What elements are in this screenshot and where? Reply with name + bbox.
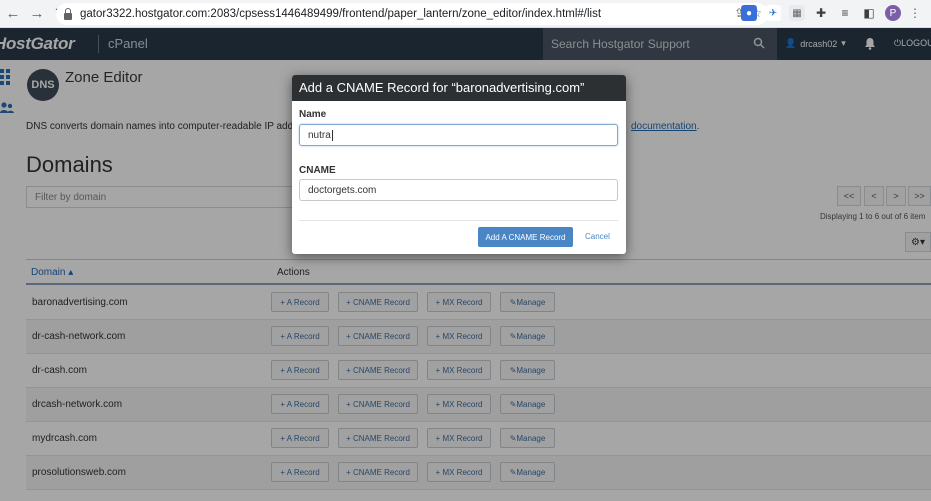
side-panel-icon[interactable]: ◧ (861, 5, 877, 21)
add-cname-modal: Add a CNAME Record for “baronadvertising… (292, 75, 626, 254)
name-input[interactable]: nutra (299, 124, 618, 146)
browser-menu-icon[interactable]: ⋮ (909, 6, 921, 20)
extensions-puzzle-icon[interactable]: ✚ (813, 5, 829, 21)
modal-divider (299, 220, 618, 221)
browser-toolbar: ← → ↻ gator3322.hostgator.com:2083/cpses… (0, 0, 931, 28)
name-label: Name (299, 109, 327, 120)
url-text: gator3322.hostgator.com:2083/cpsess14464… (80, 8, 602, 20)
modal-title: Add a CNAME Record for “baronadvertising… (299, 80, 585, 95)
cname-label: CNAME (299, 165, 336, 176)
modal-header: Add a CNAME Record for “baronadvertising… (292, 75, 626, 101)
cname-input[interactable]: doctorgets.com (299, 179, 618, 201)
profile-avatar[interactable]: P (885, 5, 901, 21)
forward-arrow-icon[interactable]: → (26, 3, 48, 25)
back-arrow-icon[interactable]: ← (2, 3, 24, 25)
lock-icon (64, 7, 72, 20)
text-cursor (331, 129, 333, 141)
extension-2-icon[interactable]: ✈ (765, 5, 781, 21)
name-input-value: nutra (308, 129, 331, 141)
add-cname-record-submit-button[interactable]: Add A CNAME Record (478, 227, 573, 247)
cname-input-value: doctorgets.com (308, 184, 377, 196)
cancel-link[interactable]: Cancel (585, 232, 610, 241)
address-bar[interactable]: gator3322.hostgator.com:2083/cpsess14464… (56, 3, 768, 25)
reading-list-icon[interactable]: ≡ (837, 5, 853, 21)
extension-3-icon[interactable]: ▦ (789, 5, 805, 21)
extension-1-icon[interactable]: ● (741, 5, 757, 21)
